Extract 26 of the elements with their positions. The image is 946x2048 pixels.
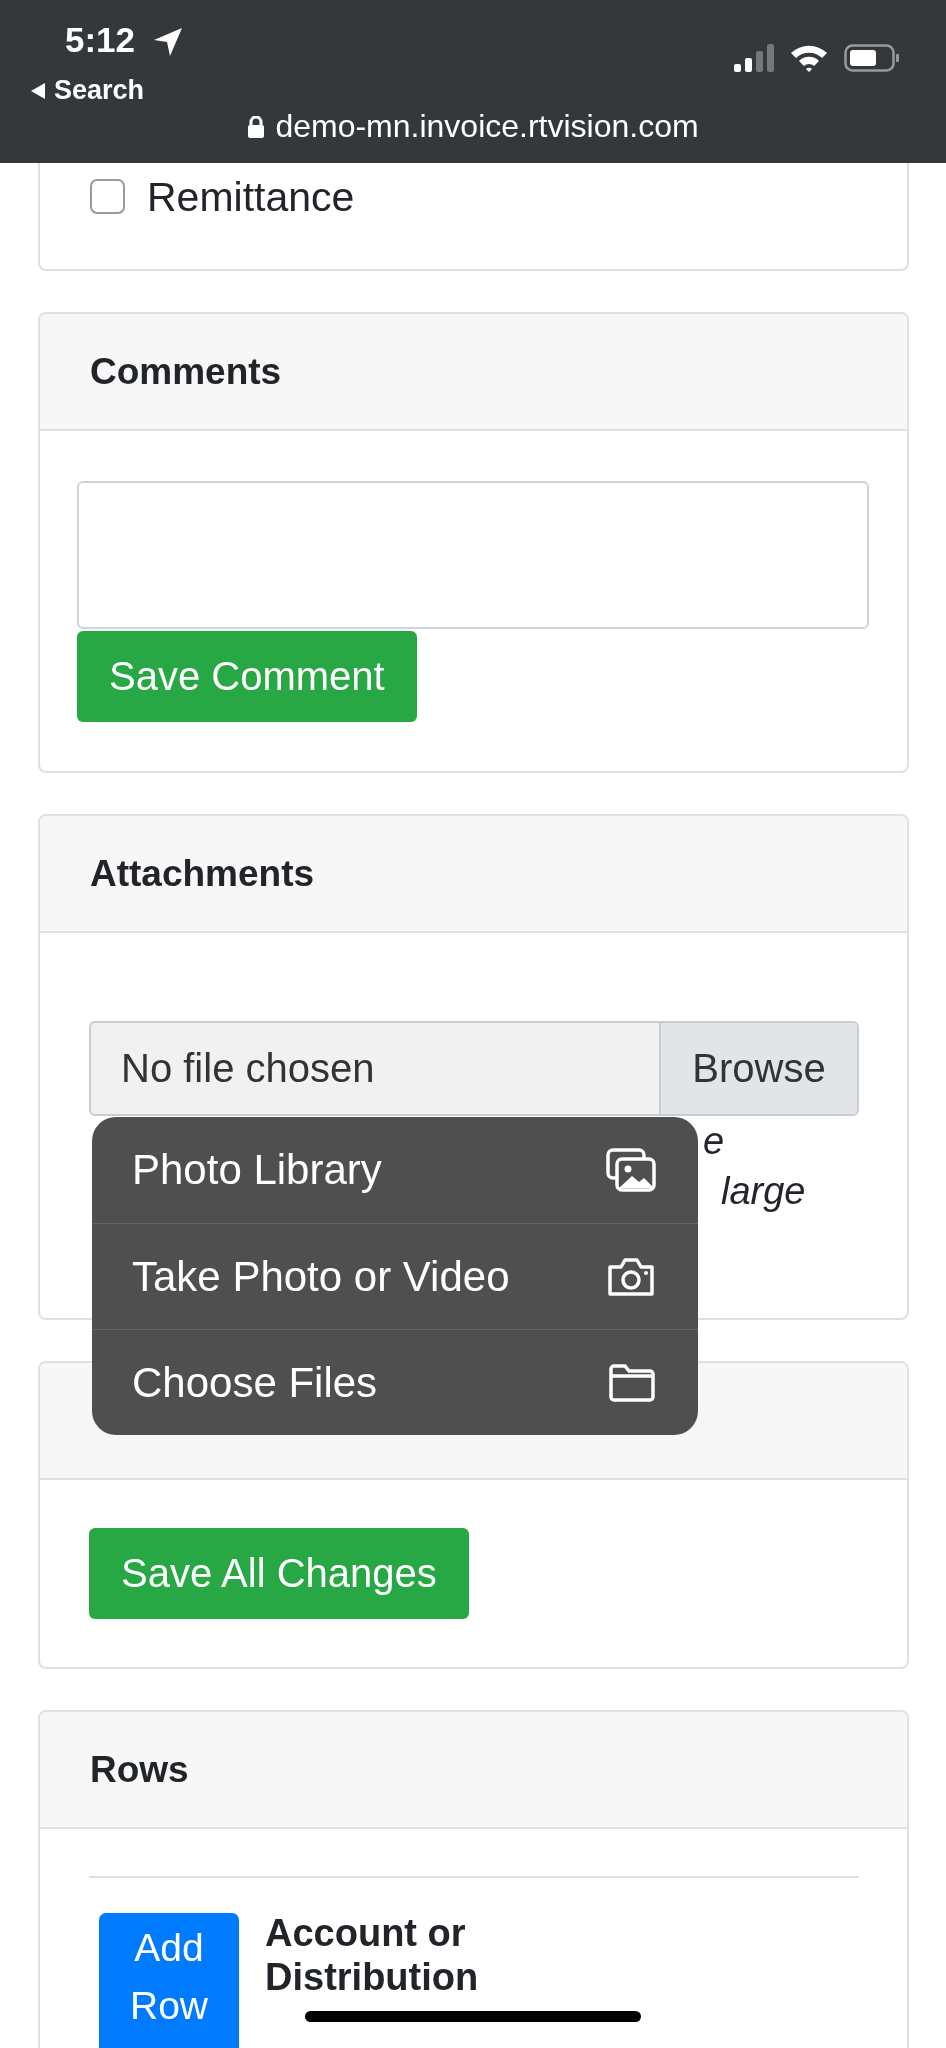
- file-input[interactable]: No file chosen Browse: [89, 1021, 859, 1116]
- back-triangle-icon[interactable]: [30, 81, 46, 100]
- help-text: large: [721, 1169, 806, 1214]
- card-title: Attachments: [90, 852, 315, 895]
- card-title: Comments: [90, 350, 282, 393]
- checkbox-label: Remittance: [147, 174, 355, 221]
- card-title: Rows: [90, 1748, 189, 1791]
- battery-icon: [844, 44, 900, 72]
- clock-time: 5:12: [65, 20, 136, 60]
- checkbox[interactable]: [90, 179, 125, 214]
- column-header: Account or Distribution: [265, 1911, 480, 1999]
- help-text: e: [703, 1119, 725, 1164]
- wifi-icon: [790, 44, 828, 72]
- photos-icon: [606, 1148, 656, 1192]
- lock-icon: [247, 115, 266, 138]
- menu-item[interactable]: Choose Files: [92, 1329, 698, 1435]
- menu-item[interactable]: Photo Library: [92, 1117, 698, 1223]
- url-text[interactable]: demo-mn.invoice.rtvision.com: [275, 108, 699, 145]
- comment-field[interactable]: [77, 481, 869, 629]
- folder-icon: [608, 1363, 656, 1402]
- camera-icon: [606, 1256, 656, 1297]
- back-link[interactable]: Search: [54, 75, 145, 106]
- signal-icon: [734, 44, 774, 72]
- location-arrow-icon: [152, 27, 184, 57]
- add-row-button[interactable]: Add Row: [99, 1913, 239, 2048]
- menu-item[interactable]: Take Photo or Video: [92, 1223, 698, 1329]
